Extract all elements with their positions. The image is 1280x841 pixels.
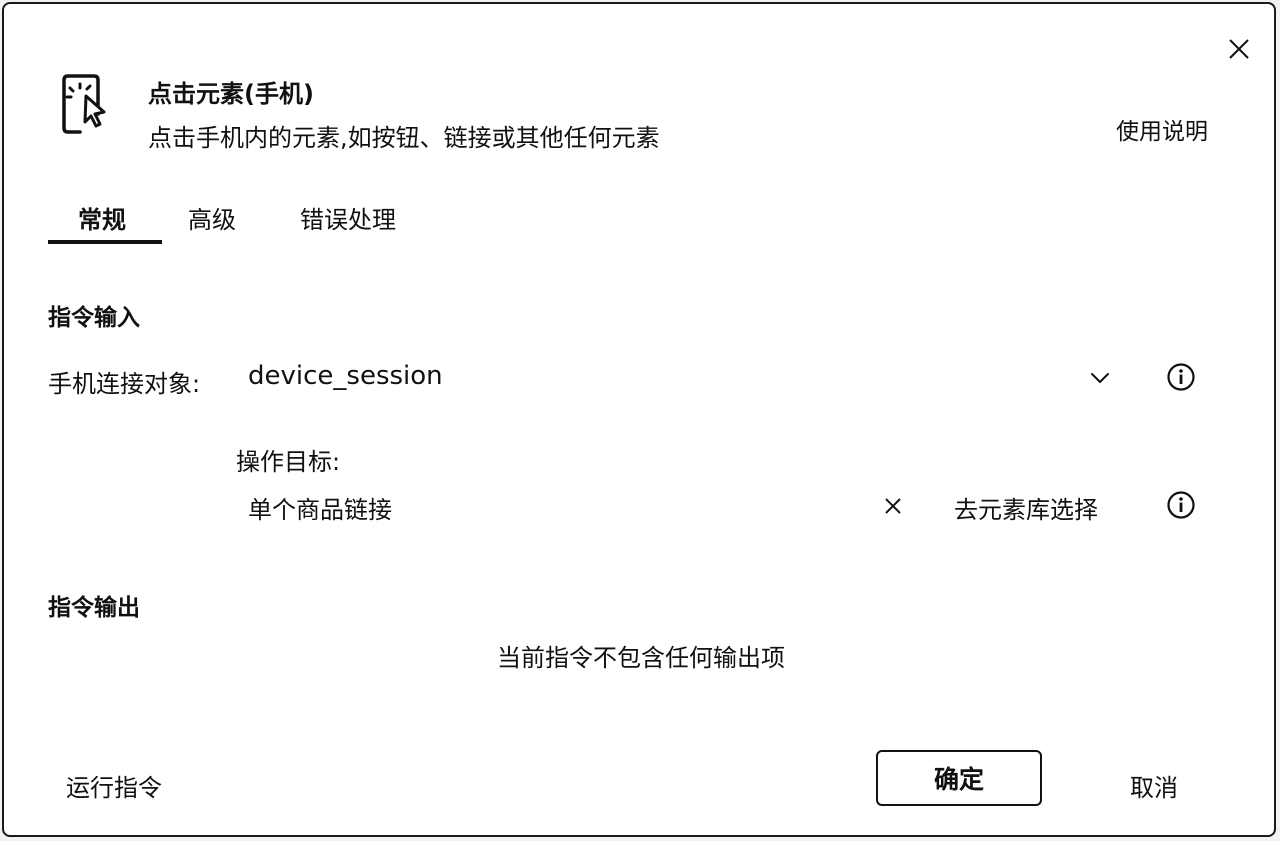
confirm-button[interactable]: 确定 (876, 750, 1042, 806)
dialog-title: 点击元素(手机) (148, 80, 314, 108)
help-link[interactable]: 使用说明 (1116, 112, 1208, 146)
clear-target-button[interactable] (882, 495, 904, 517)
connection-dropdown-button[interactable] (1088, 366, 1112, 390)
connection-select[interactable]: device_session (248, 361, 1118, 397)
chevron-down-icon (1091, 373, 1109, 383)
run-command-button[interactable]: 运行指令 (66, 768, 162, 803)
output-section-title: 指令输出 (48, 595, 140, 621)
tap-phone-icon (58, 74, 112, 138)
active-tab-indicator (48, 240, 162, 244)
element-library-link[interactable]: 去元素库选择 (954, 490, 1098, 525)
connection-info-icon[interactable] (1166, 362, 1196, 392)
target-element-value: 单个商品链接 (248, 496, 392, 524)
dialog-subtitle: 点击手机内的元素,如按钮、链接或其他任何元素 (148, 124, 660, 152)
tab-advanced[interactable]: 高级 (188, 200, 236, 235)
target-label: 操作目标: (236, 448, 341, 476)
close-icon (885, 498, 901, 514)
no-output-message: 当前指令不包含任何输出项 (497, 644, 785, 672)
cancel-button[interactable]: 取消 (1130, 768, 1178, 803)
tab-general[interactable]: 常规 (78, 200, 126, 235)
close-icon (1229, 39, 1249, 59)
connection-select-value: device_session (248, 361, 443, 391)
click-element-dialog: 点击元素(手机) 点击手机内的元素,如按钮、链接或其他任何元素 使用说明 常规 … (2, 2, 1276, 837)
input-section-title: 指令输入 (48, 305, 140, 331)
target-element-field[interactable]: 单个商品链接 (248, 490, 848, 524)
close-button[interactable] (1222, 32, 1256, 66)
target-info-icon[interactable] (1166, 490, 1196, 520)
tab-error-handling[interactable]: 错误处理 (300, 200, 396, 235)
connection-label: 手机连接对象: (48, 370, 201, 398)
